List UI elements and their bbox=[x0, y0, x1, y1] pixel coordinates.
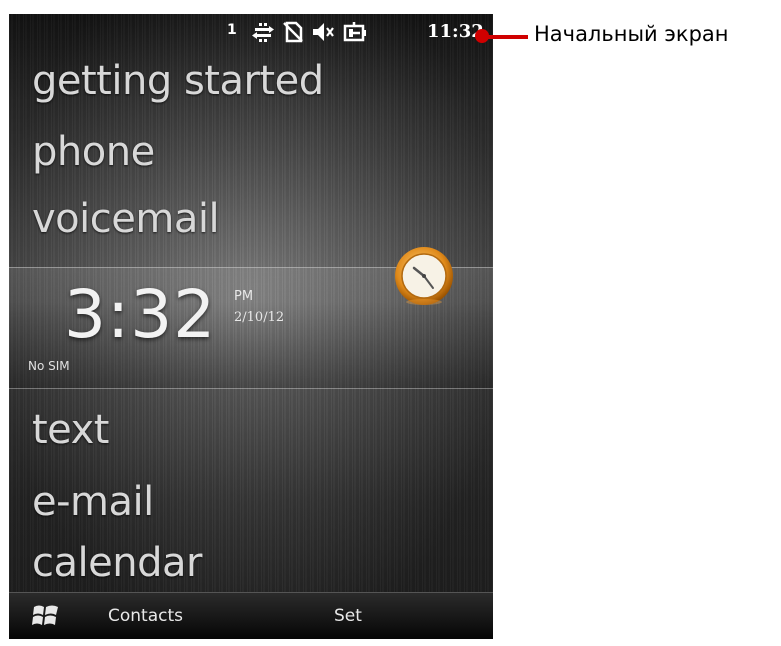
clock-icon[interactable] bbox=[392, 244, 456, 308]
status-bar: 1 11:32 bbox=[9, 14, 493, 54]
menu-item-calendar[interactable]: calendar bbox=[32, 540, 202, 586]
phone-screen: 1 11:32 getting started phone voicemail … bbox=[9, 14, 493, 639]
data-arrows-icon bbox=[252, 23, 274, 42]
callout-label: Начальный экран bbox=[534, 22, 729, 46]
menu-item-voicemail[interactable]: voicemail bbox=[32, 196, 220, 242]
signal-indicator: 1 bbox=[227, 22, 237, 38]
menu-item-e-mail[interactable]: e-mail bbox=[32, 479, 154, 525]
home-clock-ampm: PM bbox=[234, 289, 254, 304]
speaker-muted-icon bbox=[313, 23, 334, 41]
callout-leader-line bbox=[486, 35, 528, 39]
windows-start-icon[interactable] bbox=[31, 602, 61, 630]
menu-item-getting-started[interactable]: getting started bbox=[32, 58, 324, 104]
home-clock-time: 3:32 bbox=[64, 276, 217, 353]
home-clock-date: 2/10/12 bbox=[234, 310, 285, 325]
no-sim-icon bbox=[283, 21, 303, 43]
menu-item-text[interactable]: text bbox=[32, 407, 109, 453]
set-softkey[interactable]: Set bbox=[334, 606, 362, 626]
contacts-softkey[interactable]: Contacts bbox=[108, 606, 183, 626]
sim-status: No SIM bbox=[28, 359, 70, 373]
battery-plug-icon bbox=[343, 22, 366, 42]
menu-item-phone[interactable]: phone bbox=[32, 129, 155, 175]
softkey-bar: Contacts Set bbox=[9, 592, 493, 639]
